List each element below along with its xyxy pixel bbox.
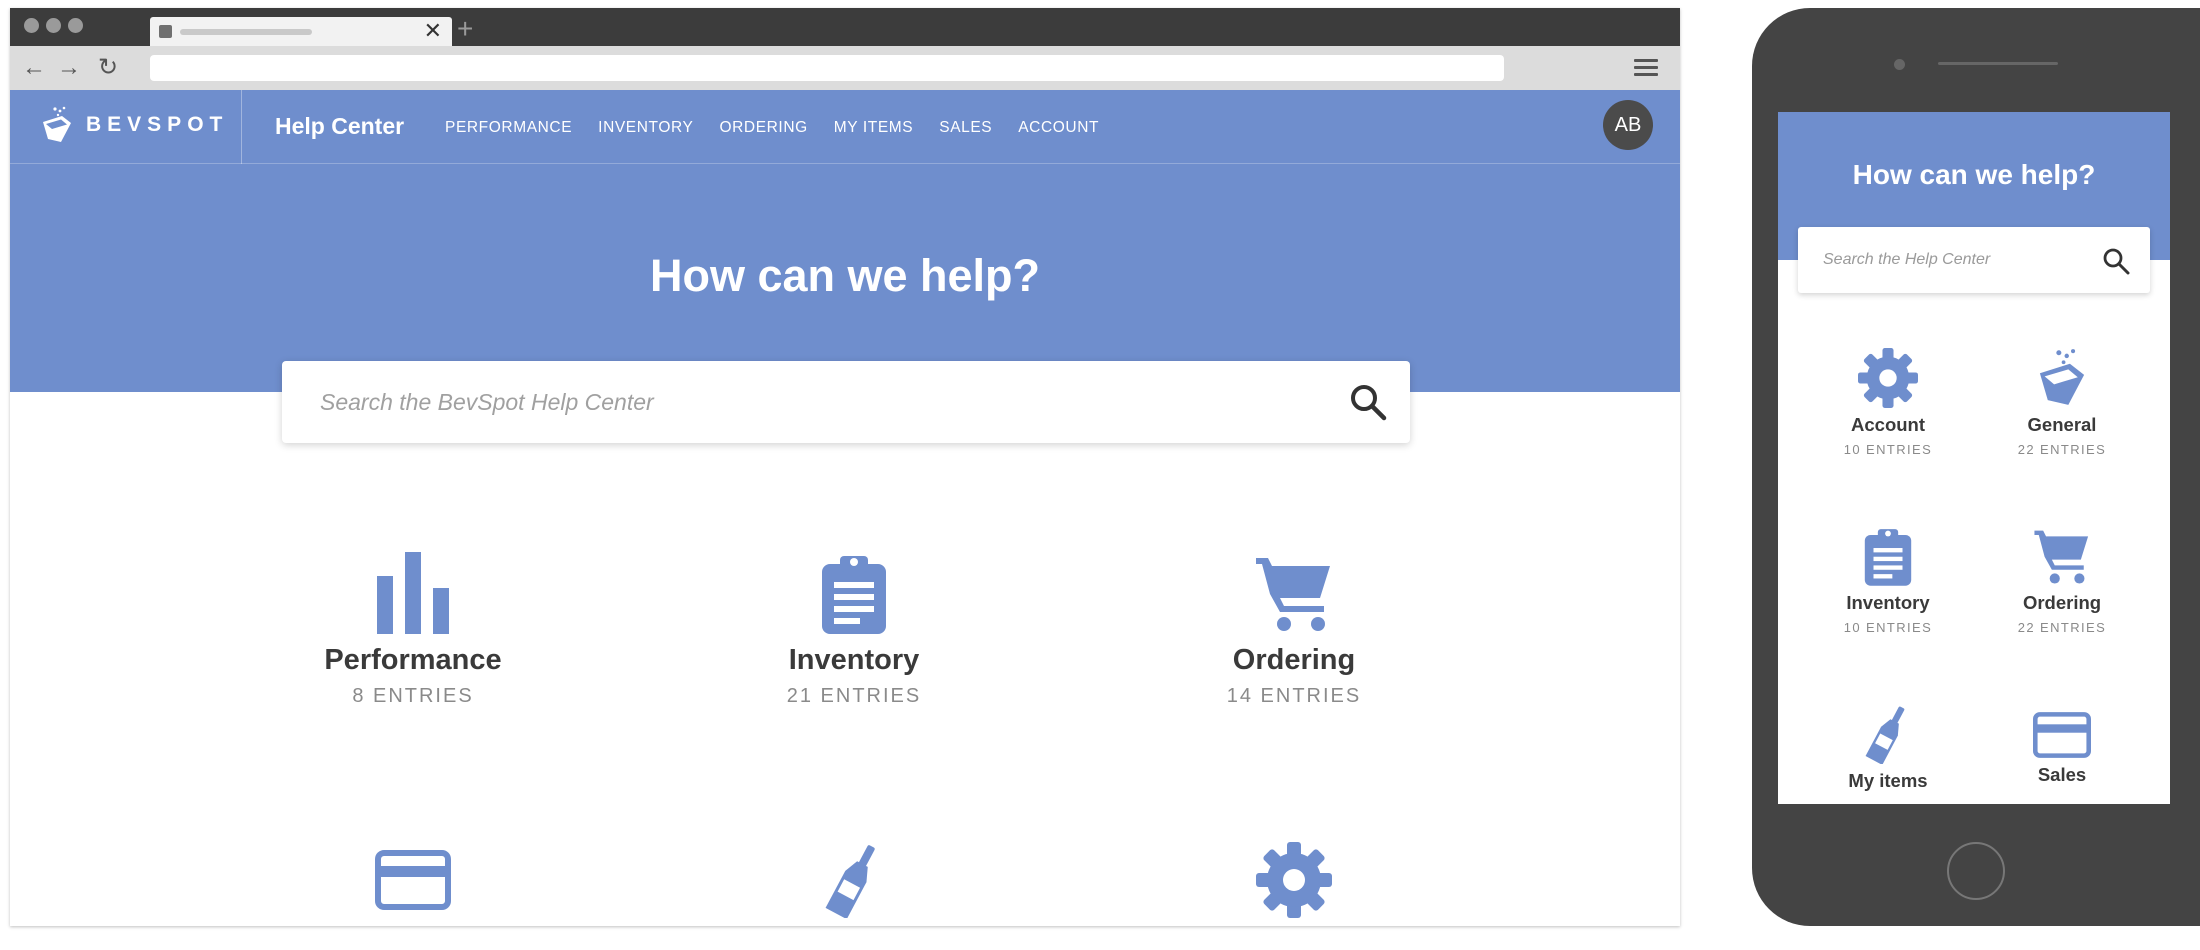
mobile-category-general[interactable]: General 22 ENTRIES bbox=[1982, 348, 2142, 457]
category-name: Performance bbox=[324, 644, 502, 676]
category-name: General bbox=[2027, 414, 2097, 435]
bar-chart-icon bbox=[377, 552, 449, 634]
credit-card-icon bbox=[2033, 712, 2091, 758]
window-close-dot[interactable] bbox=[24, 18, 39, 33]
tab-title-placeholder bbox=[180, 29, 312, 35]
phone-home-button[interactable] bbox=[1947, 842, 2005, 900]
category-my-items[interactable] bbox=[704, 842, 1004, 918]
category-performance[interactable]: Performance 8 ENTRIES bbox=[263, 552, 563, 708]
bottle-icon bbox=[1865, 706, 1905, 764]
category-name: Inventory bbox=[788, 644, 920, 676]
category-name: Inventory bbox=[1846, 592, 1930, 613]
window-minimize-dot[interactable] bbox=[46, 18, 61, 33]
mobile-category-account[interactable]: Account 10 ENTRIES bbox=[1808, 348, 1968, 457]
top-navigation: BEVSPOT Help Center PERFORMANCE INVENTOR… bbox=[10, 90, 1680, 164]
address-bar: ← → ↻ bbox=[10, 46, 1680, 90]
window-maximize-dot[interactable] bbox=[68, 18, 83, 33]
nav-sales[interactable]: SALES bbox=[939, 119, 992, 137]
browser-window: ✕ + ← → ↻ BEVSPOT Help Center PERFORMANC… bbox=[10, 8, 1680, 926]
category-ordering[interactable]: Ordering 14 ENTRIES bbox=[1144, 552, 1444, 708]
help-search-input[interactable] bbox=[320, 379, 1280, 425]
category-entries: 22 ENTRIES bbox=[2017, 442, 2107, 457]
mobile-category-sales[interactable]: Sales bbox=[1982, 712, 2142, 786]
nav-ordering[interactable]: ORDERING bbox=[719, 119, 807, 137]
gear-icon bbox=[1256, 842, 1332, 918]
category-entries: 22 ENTRIES bbox=[2017, 620, 2107, 635]
phone-mockup: How can we help? Account 10 ENTRIES bbox=[1752, 8, 2200, 926]
category-name: Account bbox=[1851, 414, 1925, 435]
nav-account[interactable]: ACCOUNT bbox=[1018, 119, 1099, 137]
clipboard-icon bbox=[1864, 529, 1912, 586]
new-tab-icon[interactable]: + bbox=[457, 15, 473, 43]
search-icon[interactable] bbox=[2102, 247, 2130, 275]
phone-camera bbox=[1894, 59, 1905, 70]
nav-inventory[interactable]: INVENTORY bbox=[598, 119, 693, 137]
nav-my-items[interactable]: MY ITEMS bbox=[834, 119, 913, 137]
credit-card-icon bbox=[375, 850, 451, 910]
mobile-hero-title: How can we help? bbox=[1852, 159, 2096, 190]
mobile-help-center: How can we help? Account 10 ENTRIES bbox=[1778, 112, 2170, 804]
category-entries: 8 ENTRIES bbox=[352, 685, 474, 707]
browser-tab[interactable]: ✕ bbox=[150, 17, 452, 46]
hero-title: How can we help? bbox=[649, 250, 1041, 301]
category-name: Ordering bbox=[2022, 592, 2102, 613]
mobile-search-input[interactable] bbox=[1823, 243, 2103, 277]
category-entries: 10 ENTRIES bbox=[1843, 620, 1933, 635]
glass-icon bbox=[2039, 349, 2085, 405]
url-field[interactable] bbox=[150, 55, 1504, 81]
mobile-search-box bbox=[1798, 227, 2150, 293]
mobile-category-inventory[interactable]: Inventory 10 ENTRIES bbox=[1808, 526, 1968, 635]
back-icon[interactable]: ← bbox=[22, 54, 46, 82]
browser-menu-icon[interactable] bbox=[1634, 59, 1658, 80]
bevspot-logo[interactable]: BEVSPOT bbox=[40, 106, 228, 144]
search-icon[interactable] bbox=[1348, 382, 1388, 422]
tab-bar: ✕ + bbox=[10, 8, 1680, 46]
nav-performance[interactable]: PERFORMANCE bbox=[445, 119, 572, 137]
category-name: Ordering bbox=[1232, 644, 1356, 676]
forward-icon[interactable]: → bbox=[57, 54, 81, 82]
logo-glass-icon bbox=[43, 106, 71, 142]
main-nav: PERFORMANCE INVENTORY ORDERING MY ITEMS … bbox=[445, 119, 1125, 137]
favicon-icon bbox=[159, 25, 172, 38]
category-name: My items bbox=[1848, 770, 1928, 791]
tab-close-icon[interactable]: ✕ bbox=[424, 19, 442, 43]
category-inventory[interactable]: Inventory 21 ENTRIES bbox=[704, 552, 1004, 708]
category-sales[interactable] bbox=[263, 850, 563, 910]
bottle-icon bbox=[825, 845, 875, 918]
phone-speaker bbox=[1938, 62, 2058, 65]
logo-wordmark: BEVSPOT bbox=[86, 113, 229, 136]
help-center-title[interactable]: Help Center bbox=[275, 113, 404, 140]
mobile-category-my-items[interactable]: My items bbox=[1808, 704, 1968, 792]
gear-icon bbox=[1858, 348, 1918, 408]
category-entries: 10 ENTRIES bbox=[1843, 442, 1933, 457]
help-center-page: BEVSPOT Help Center PERFORMANCE INVENTOR… bbox=[10, 90, 1680, 926]
header-divider bbox=[241, 90, 242, 164]
category-account[interactable] bbox=[1144, 842, 1444, 918]
category-entries: 14 ENTRIES bbox=[1226, 685, 1362, 707]
help-search-box bbox=[282, 361, 1410, 443]
category-entries: 21 ENTRIES bbox=[786, 685, 922, 707]
cart-icon bbox=[2034, 530, 2089, 584]
reload-icon[interactable]: ↻ bbox=[98, 54, 118, 82]
clipboard-icon bbox=[822, 556, 886, 634]
user-avatar[interactable]: AB bbox=[1603, 100, 1653, 150]
cart-icon bbox=[1256, 558, 1330, 631]
mobile-category-ordering[interactable]: Ordering 22 ENTRIES bbox=[1982, 526, 2142, 635]
category-name: Sales bbox=[2037, 764, 2087, 785]
